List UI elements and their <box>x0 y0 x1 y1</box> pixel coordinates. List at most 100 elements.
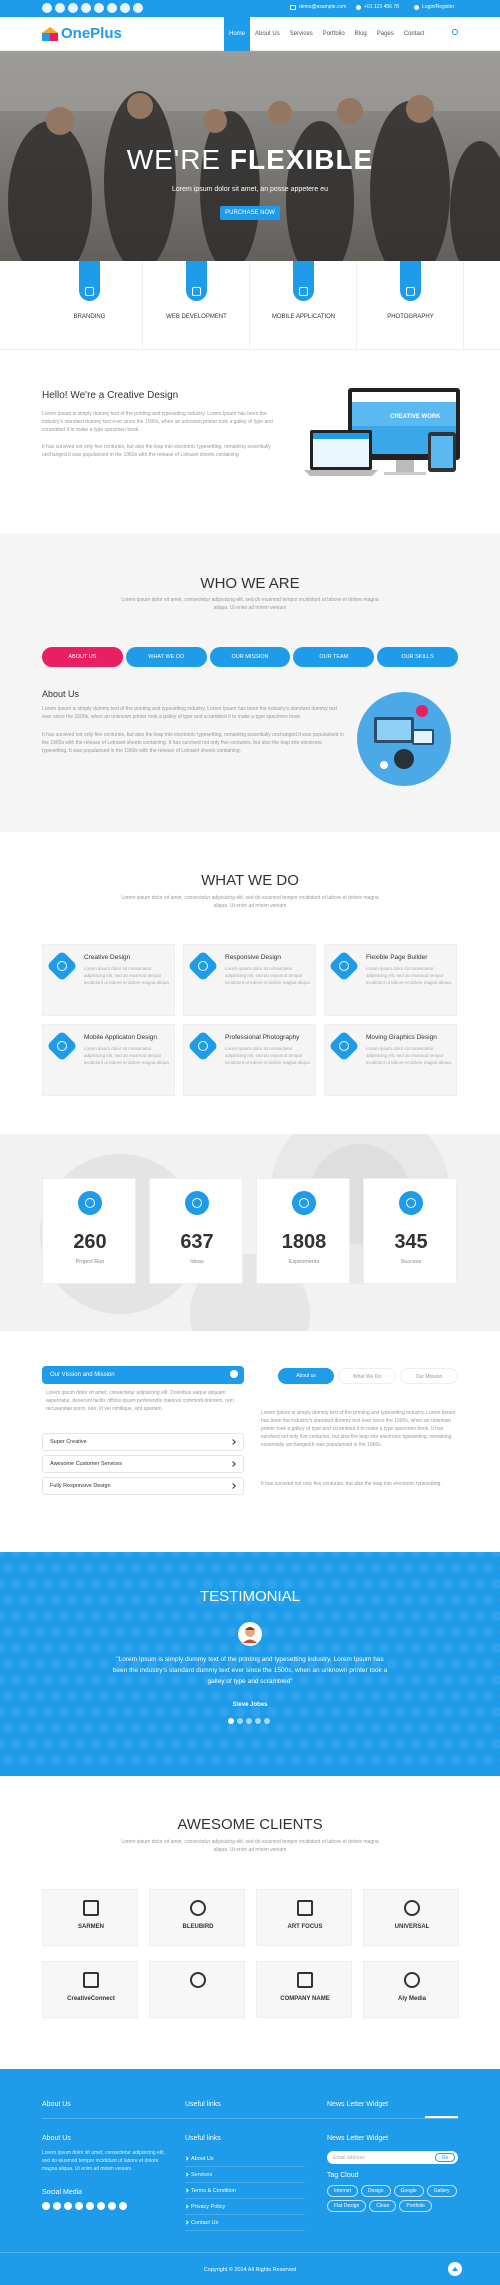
pattern-dot <box>3 1627 13 1637</box>
google-plus-icon[interactable] <box>64 2202 72 2210</box>
pattern-dot <box>51 1627 61 1637</box>
pattern-dot <box>347 1707 357 1717</box>
nav-item-contact[interactable]: Contact <box>399 17 430 51</box>
footer-link[interactable]: Contact Us <box>184 2215 305 2231</box>
nav-item-about-us[interactable]: About Us <box>250 17 285 51</box>
service-title: Professional Photography <box>225 1034 300 1041</box>
carousel-dot[interactable] <box>237 1718 243 1724</box>
tag[interactable]: Portfolio <box>399 2200 432 2212</box>
phone-contact[interactable]: +01 123 456 78 <box>356 4 399 10</box>
vimeo-icon[interactable] <box>108 2202 116 2210</box>
tab-what-we-do[interactable]: WHAT WE DO <box>125 647 207 667</box>
flickr-icon[interactable] <box>119 2202 127 2210</box>
mobile-icon <box>299 287 308 296</box>
purchase-button[interactable]: PURCHASE NOW <box>220 206 280 220</box>
nav-item-pages[interactable]: Pages <box>372 17 399 51</box>
carousel-dot[interactable] <box>264 1718 270 1724</box>
service-card[interactable]: Professional Photography Lorem ipsum dolo… <box>183 1024 316 1096</box>
search-icon[interactable] <box>452 29 458 35</box>
client-logo[interactable]: CreativeConnect <box>42 1961 138 2018</box>
nav-item-portfolio[interactable]: Portfolio <box>318 17 350 51</box>
service-text: Lorem ipsum dolor sit consectetur adipis… <box>84 1046 171 1065</box>
tab2-2[interactable]: Our Mission <box>400 1368 458 1384</box>
carousel-dot[interactable] <box>255 1718 261 1724</box>
nav-item-home[interactable]: Home <box>224 17 251 51</box>
tag[interactable]: Flat Design <box>327 2200 367 2212</box>
newsletter-button[interactable]: Go <box>435 2153 455 2162</box>
tag[interactable]: Internet <box>327 2185 358 2197</box>
client-logo[interactable]: SARMEN <box>42 1889 138 1946</box>
footer-link[interactable]: Services <box>184 2167 305 2183</box>
pinterest-icon[interactable] <box>75 2202 83 2210</box>
facebook-icon[interactable] <box>42 3 52 13</box>
tag[interactable]: Gallery <box>426 2185 457 2197</box>
tab2-0[interactable]: About us <box>278 1368 334 1384</box>
flickr-icon[interactable] <box>133 3 143 13</box>
tab-our-skills[interactable]: OUR SKILLS <box>377 647 458 667</box>
service-card[interactable]: Flexible Page Builder Lorem ipsum dolor s… <box>324 944 457 1016</box>
logo[interactable]: OnePlus <box>42 25 122 42</box>
client-mark-icon <box>190 1900 206 1916</box>
tab-about-us[interactable]: ABOUT US <box>42 647 123 667</box>
tab2-1[interactable]: What We Do <box>338 1368 396 1384</box>
client-logo[interactable] <box>149 1961 245 2018</box>
vimeo-icon[interactable] <box>120 3 130 13</box>
pattern-dot <box>283 1707 293 1717</box>
accordion-item[interactable]: Super Creative <box>42 1433 244 1451</box>
footer-social-icons <box>42 2202 127 2210</box>
rss-icon[interactable] <box>97 2202 105 2210</box>
pinterest-icon[interactable] <box>81 3 91 13</box>
linkedin-icon[interactable] <box>94 3 104 13</box>
tag[interactable]: Clean <box>369 2200 397 2212</box>
feature-0[interactable]: BRANDING <box>36 261 143 350</box>
tab-our-mission[interactable]: OUR MISSION <box>209 647 291 667</box>
client-logo[interactable]: UNIVERSAL <box>363 1889 459 1946</box>
client-logo[interactable]: COMPANY NAME <box>256 1961 352 2018</box>
twitter-icon[interactable] <box>55 3 65 13</box>
footer-link[interactable]: About Us <box>184 2151 305 2167</box>
pattern-dot <box>403 1627 413 1637</box>
feature-3[interactable]: PHOTOGRAPHY <box>357 261 464 350</box>
accordion-item[interactable]: Awesome Customer Services <box>42 1455 244 1473</box>
pattern-dot <box>435 1627 445 1637</box>
footer-about-sub: About Us <box>42 2135 71 2142</box>
google-plus-icon[interactable] <box>68 3 78 13</box>
accordion-item[interactable]: Fully Responsive Design <box>42 1477 244 1495</box>
client-logo[interactable]: Aly Media <box>363 1961 459 2018</box>
twitter-icon[interactable] <box>53 2202 61 2210</box>
client-logo[interactable]: ART FOCUS <box>256 1889 352 1946</box>
pattern-dot <box>155 1643 165 1653</box>
footer-link[interactable]: Terms & Condition <box>184 2183 305 2199</box>
service-card[interactable]: Creative Design Lorem ipsum dolor sit con… <box>42 944 175 1016</box>
back-to-top-button[interactable] <box>448 2262 462 2276</box>
pattern-dot <box>403 1755 413 1765</box>
feature-2[interactable]: MOBILE APPLICATION <box>250 261 357 350</box>
pattern-dot <box>35 1563 45 1573</box>
newsletter-input[interactable]: Email address Go <box>327 2151 458 2164</box>
pattern-dot <box>387 1691 397 1701</box>
service-card[interactable]: Moving Graphics Design Lorem ipsum dolor … <box>324 1024 457 1096</box>
nav-item-blog[interactable]: Blog <box>350 17 372 51</box>
accordion-section: Our Vission and Mission Lorem ipsum dolo… <box>0 1331 500 1552</box>
service-card[interactable]: Mobile Applicaton Design Lorem ipsum dolo… <box>42 1024 175 1096</box>
tab-our-team[interactable]: OUR TEAM <box>293 647 375 667</box>
refresh-icon <box>192 1198 202 1208</box>
rss-icon[interactable] <box>107 3 117 13</box>
pattern-dot <box>411 1739 421 1749</box>
linkedin-icon[interactable] <box>86 2202 94 2210</box>
carousel-dot[interactable] <box>246 1718 252 1724</box>
tag[interactable]: Google <box>393 2185 424 2197</box>
service-icon-box <box>46 1030 78 1062</box>
pattern-dot <box>19 1755 29 1765</box>
email-contact[interactable]: demo@example.com <box>290 4 346 10</box>
tag[interactable]: Design <box>360 2185 391 2197</box>
feature-1[interactable]: WEB DEVELOPMENT <box>143 261 250 350</box>
service-card[interactable]: Responsive Design Lorem ipsum dolor sit c… <box>183 944 316 1016</box>
facebook-icon[interactable] <box>42 2202 50 2210</box>
nav-item-services[interactable]: Services <box>285 17 318 51</box>
client-logo[interactable]: BLEUBIRD <box>149 1889 245 1946</box>
pattern-dot <box>339 1563 349 1573</box>
footer-link[interactable]: Privacy Policy <box>184 2199 305 2215</box>
carousel-dot[interactable] <box>228 1718 234 1724</box>
login-link[interactable]: Login/Register <box>414 4 454 10</box>
